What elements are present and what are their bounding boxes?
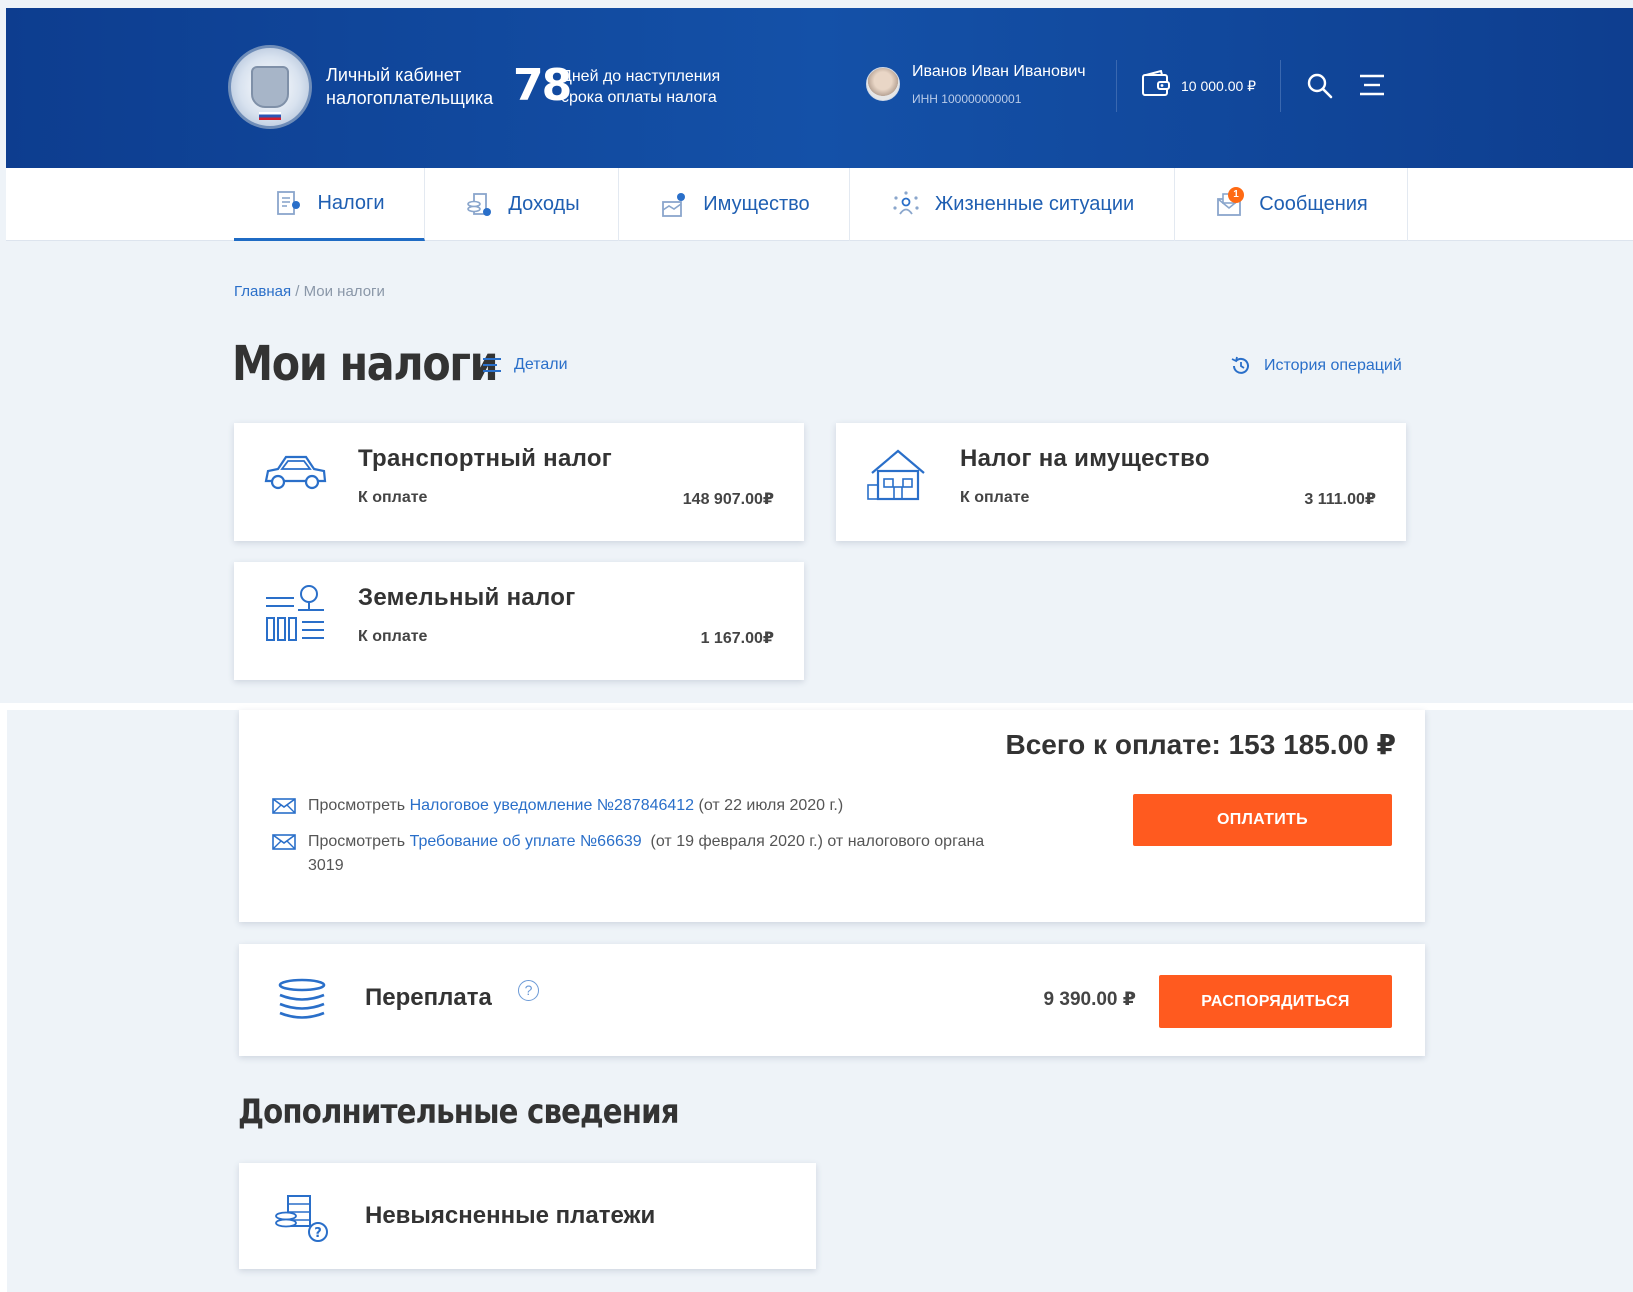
nav-item-income[interactable]: Доходы xyxy=(426,168,619,241)
manage-overpayment-button[interactable]: РАСПОРЯДИТЬСЯ xyxy=(1159,975,1392,1028)
hamburger-menu-icon[interactable] xyxy=(1358,73,1386,97)
search-icon[interactable] xyxy=(1306,72,1334,100)
header-divider xyxy=(1116,60,1117,112)
house-icon xyxy=(867,449,925,501)
tax-amount: 148 907.00₽ xyxy=(682,491,774,508)
tax-title: Земельный налог xyxy=(358,584,576,611)
screenshot-seam xyxy=(0,703,7,1292)
help-icon[interactable]: ? xyxy=(518,980,539,1001)
nav-item-messages[interactable]: Сообщения xyxy=(1176,168,1408,241)
payment-demand-line: Просмотреть Требование об уплате №66639 … xyxy=(272,830,1032,878)
user-name[interactable]: Иванов Иван Иванович xyxy=(912,63,1086,81)
nav-item-property[interactable]: Имущество xyxy=(620,168,850,241)
tax-amount: 1 167.00₽ xyxy=(700,630,774,647)
details-toggle[interactable]: Детали xyxy=(482,356,568,374)
tax-notice-line: Просмотреть Налоговое уведомление №28784… xyxy=(272,794,843,818)
nav-item-taxes[interactable]: Налоги xyxy=(234,168,425,241)
avatar[interactable] xyxy=(866,67,900,101)
unclear-payments-label: Невыясненные платежи xyxy=(365,1202,656,1229)
breadcrumb-current: Мои налоги xyxy=(303,283,385,300)
tax-label: К оплате xyxy=(358,489,428,506)
tax-doc-icon xyxy=(277,191,301,215)
additional-info-title: Дополнительные сведения xyxy=(238,1092,680,1132)
overpayment-label: Переплата xyxy=(365,984,492,1011)
tax-notice-link[interactable]: Налоговое уведомление №287846412 xyxy=(410,797,695,814)
overpayment-amount: 9 390.00 ₽ xyxy=(1043,989,1136,1010)
land-tax-card[interactable]: Земельный налог К оплате 1 167.00₽ xyxy=(234,562,804,680)
property-icon xyxy=(662,192,686,217)
cabinet-title[interactable]: Личный кабинет налогоплательщика xyxy=(326,64,493,110)
coins-stack-icon xyxy=(278,978,326,1019)
life-situations-icon xyxy=(893,190,919,215)
days-caption: Дней до наступления срока оплаты налога xyxy=(561,68,721,106)
operations-history-link[interactable]: История операций xyxy=(1230,355,1402,377)
breadcrumb-home[interactable]: Главная xyxy=(234,283,291,300)
envelope-icon xyxy=(272,798,296,814)
total-to-pay: Всего к оплате: 153 185.00 ₽ xyxy=(1005,729,1397,760)
car-icon xyxy=(264,455,327,490)
pay-button[interactable]: ОПЛАТИТЬ xyxy=(1133,794,1392,846)
flag-icon xyxy=(259,112,281,120)
breadcrumb: Главная / Мои налоги xyxy=(234,283,385,300)
user-inn: ИНН 100000000001 xyxy=(912,92,1022,106)
screenshot-seam xyxy=(0,703,1633,710)
messages-badge: 1 xyxy=(1228,187,1244,203)
land-icon xyxy=(266,585,324,641)
balance[interactable]: 10 000.00 ₽ xyxy=(1181,78,1256,95)
list-icon xyxy=(483,358,501,372)
tax-title: Налог на имущество xyxy=(960,445,1210,472)
page-title: Мои налоги xyxy=(232,336,499,392)
tax-label: К оплате xyxy=(960,489,1030,506)
property-tax-card[interactable]: Налог на имущество К оплате 3 111.00₽ xyxy=(836,423,1406,541)
fns-logo[interactable] xyxy=(228,45,312,129)
tax-amount: 3 111.00₽ xyxy=(1304,491,1376,508)
tax-title: Транспортный налог xyxy=(358,445,613,472)
top-strip xyxy=(0,0,1633,8)
envelope-icon xyxy=(272,834,296,850)
payment-demand-link[interactable]: Требование об уплате №66639 xyxy=(410,833,642,850)
tax-label: К оплате xyxy=(358,628,428,645)
coins-question-icon: ? xyxy=(275,1195,328,1242)
nav-item-life-situations[interactable]: Жизненные ситуации xyxy=(851,168,1175,241)
header-divider xyxy=(1280,60,1281,112)
emblem-icon xyxy=(251,66,289,108)
income-icon xyxy=(467,192,492,216)
transport-tax-card[interactable]: Транспортный налог К оплате 148 907.00₽ xyxy=(234,423,804,541)
history-icon xyxy=(1231,356,1249,374)
wallet-icon[interactable] xyxy=(1141,70,1171,98)
svg-text:?: ? xyxy=(314,1226,322,1241)
